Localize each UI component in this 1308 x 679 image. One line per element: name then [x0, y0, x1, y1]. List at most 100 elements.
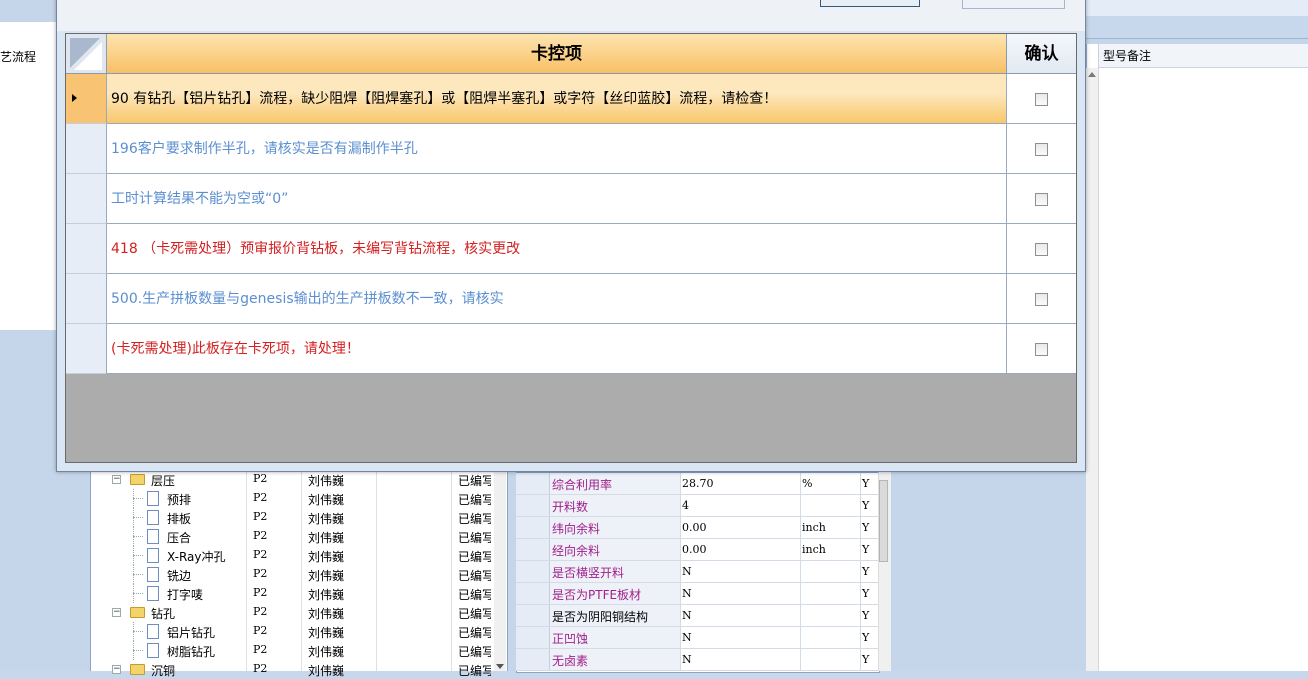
confirm-checkbox[interactable] [1035, 193, 1048, 206]
property-name: 综合利用率 [552, 478, 613, 492]
tree-node[interactable]: − 沉铜 P2 刘伟巍 已编写 [91, 660, 491, 679]
tree-connector [133, 574, 143, 575]
tree-node-status: 已编写 [458, 531, 491, 545]
tree-node-user: 刘伟巍 [308, 645, 345, 659]
row-header[interactable] [66, 224, 107, 274]
confirm-checkbox[interactable] [1035, 293, 1048, 306]
tree-node-step: P2 [253, 510, 268, 523]
confirm-cell[interactable] [1007, 324, 1076, 374]
column-header-check-item[interactable]: 卡控项 [107, 34, 1007, 74]
select-all-corner[interactable] [66, 34, 107, 74]
grid-row[interactable]: 418 （卡死需处理）预审报价背钻板，未编写背钻流程，核实更改 [66, 224, 1076, 274]
property-value[interactable]: 0.00 [682, 543, 707, 556]
tree-node-step: P2 [253, 529, 268, 542]
property-value[interactable]: 28.70 [682, 477, 714, 490]
properties-scroll-thumb[interactable] [879, 480, 888, 562]
property-name: 是否为阴阳铜结构 [552, 610, 649, 624]
tree-node[interactable]: − 钻孔 P2 刘伟巍 已编写 [91, 603, 491, 622]
row-header[interactable] [66, 174, 107, 224]
check-item-text[interactable]: (卡死需处理)此板存在卡死项，请处理！ [107, 324, 1007, 374]
check-item-text[interactable]: 90 有钻孔【铝片钻孔】流程，缺少阻焊【阻焊塞孔】或【阻焊半塞孔】或字符【丝印蓝… [107, 74, 1007, 124]
property-value[interactable]: 4 [682, 499, 689, 512]
tree-node[interactable]: 树脂钻孔 P2 刘伟巍 已编写 [91, 641, 491, 660]
confirm-cell[interactable] [1007, 124, 1076, 174]
right-panel [1086, 44, 1308, 671]
collapse-icon[interactable]: − [112, 608, 121, 617]
tree-node[interactable]: 排板 P2 刘伟巍 已编写 [91, 508, 491, 527]
check-item-text[interactable]: 500.生产拼板数量与genesis输出的生产拼板数不一致，请核实 [107, 274, 1007, 324]
column-header-model-remark[interactable]: 型号备注 [1098, 44, 1308, 68]
property-value[interactable]: N [682, 565, 692, 578]
property-row-header[interactable] [516, 605, 550, 626]
property-row[interactable]: 正凹蚀 N Y [516, 627, 878, 649]
grid-row[interactable]: (卡死需处理)此板存在卡死项，请处理！ [66, 324, 1076, 374]
confirm-checkbox[interactable] [1035, 343, 1048, 356]
tree-node[interactable]: 打字唛 P2 刘伟巍 已编写 [91, 584, 491, 603]
grid-row[interactable]: 90 有钻孔【铝片钻孔】流程，缺少阻焊【阻焊塞孔】或【阻焊半塞孔】或字符【丝印蓝… [66, 74, 1076, 124]
confirm-checkbox[interactable] [1035, 93, 1048, 106]
property-flag: Y [862, 609, 870, 622]
grid-row[interactable]: 196客户要求制作半孔，请核实是否有漏制作半孔 [66, 124, 1076, 174]
property-row-header[interactable] [516, 627, 550, 648]
grid-row[interactable]: 工时计算结果不能为空或“0” [66, 174, 1076, 224]
tree-node[interactable]: 铝片钻孔 P2 刘伟巍 已编写 [91, 622, 491, 641]
check-item-text[interactable]: 工时计算结果不能为空或“0” [107, 174, 1007, 224]
confirm-cell[interactable] [1007, 224, 1076, 274]
check-item-text[interactable]: 196客户要求制作半孔，请核实是否有漏制作半孔 [107, 124, 1007, 174]
tree-node[interactable]: 铣边 P2 刘伟巍 已编写 [91, 565, 491, 584]
folder-icon [130, 664, 145, 675]
tree-node-status: 已编写 [458, 645, 491, 659]
column-header-confirm[interactable]: 确认 [1007, 34, 1076, 74]
property-value[interactable]: N [682, 609, 692, 622]
right-panel-scrollbar[interactable] [1086, 68, 1099, 671]
property-row[interactable]: 综合利用率 28.70% Y [516, 473, 878, 495]
tree-connector [133, 631, 143, 632]
tree-node[interactable]: 压合 P2 刘伟巍 已编写 [91, 527, 491, 546]
confirm-cell[interactable] [1007, 174, 1076, 224]
property-row-header[interactable] [516, 473, 550, 494]
check-item-text[interactable]: 418 （卡死需处理）预审报价背钻板，未编写背钻流程，核实更改 [107, 224, 1007, 274]
property-row[interactable]: 经向余料 0.00 inch Y [516, 539, 878, 561]
tree-node[interactable]: 预排 P2 刘伟巍 已编写 [91, 489, 491, 508]
property-row[interactable]: 无卤素 N Y [516, 649, 878, 671]
property-row-header[interactable] [516, 561, 550, 582]
collapse-icon[interactable]: − [112, 665, 121, 674]
collapse-icon[interactable]: − [112, 475, 121, 484]
property-row[interactable]: 是否为PTFE板材 N Y [516, 583, 878, 605]
property-row-header[interactable] [516, 517, 550, 538]
property-row-header[interactable] [516, 495, 550, 516]
tree-node-label: 打字唛 [167, 588, 204, 602]
cell-divider [800, 473, 801, 494]
tree-scrollbar[interactable] [494, 470, 506, 671]
property-row-header[interactable] [516, 583, 550, 604]
property-value[interactable]: N [682, 631, 692, 644]
dialog-button-secondary[interactable] [962, 0, 1065, 9]
property-value[interactable]: 0.00 [682, 521, 707, 534]
property-row-header[interactable] [516, 539, 550, 560]
property-value[interactable]: N [682, 587, 692, 600]
property-row-header[interactable] [516, 649, 550, 670]
tree-node[interactable]: X-Ray冲孔 P2 刘伟巍 已编写 [91, 546, 491, 565]
tab-process-flow[interactable]: 艺流程 [0, 46, 60, 68]
cell-divider [800, 539, 801, 560]
property-row[interactable]: 开料数 4 Y [516, 495, 878, 517]
scroll-down-icon[interactable] [496, 664, 504, 669]
dialog-button-primary[interactable] [820, 0, 920, 7]
confirm-checkbox[interactable] [1035, 243, 1048, 256]
document-icon [147, 586, 159, 601]
property-row[interactable]: 是否为阴阳铜结构 N Y [516, 605, 878, 627]
row-header[interactable] [66, 324, 107, 374]
row-header[interactable] [66, 74, 107, 124]
scroll-up-icon[interactable] [1088, 72, 1096, 77]
property-row[interactable]: 是否横竖开料 N Y [516, 561, 878, 583]
property-row[interactable]: 纬向余料 0.00 inch Y [516, 517, 878, 539]
tree-node-user: 刘伟巍 [308, 493, 345, 507]
row-header[interactable] [66, 124, 107, 174]
confirm-checkbox[interactable] [1035, 143, 1048, 156]
confirm-cell[interactable] [1007, 74, 1076, 124]
confirm-cell[interactable] [1007, 274, 1076, 324]
property-value[interactable]: N [682, 653, 692, 666]
row-header[interactable] [66, 274, 107, 324]
tree-node[interactable]: − 层压 P2 刘伟巍 已编写 [91, 470, 491, 489]
grid-row[interactable]: 500.生产拼板数量与genesis输出的生产拼板数不一致，请核实 [66, 274, 1076, 324]
